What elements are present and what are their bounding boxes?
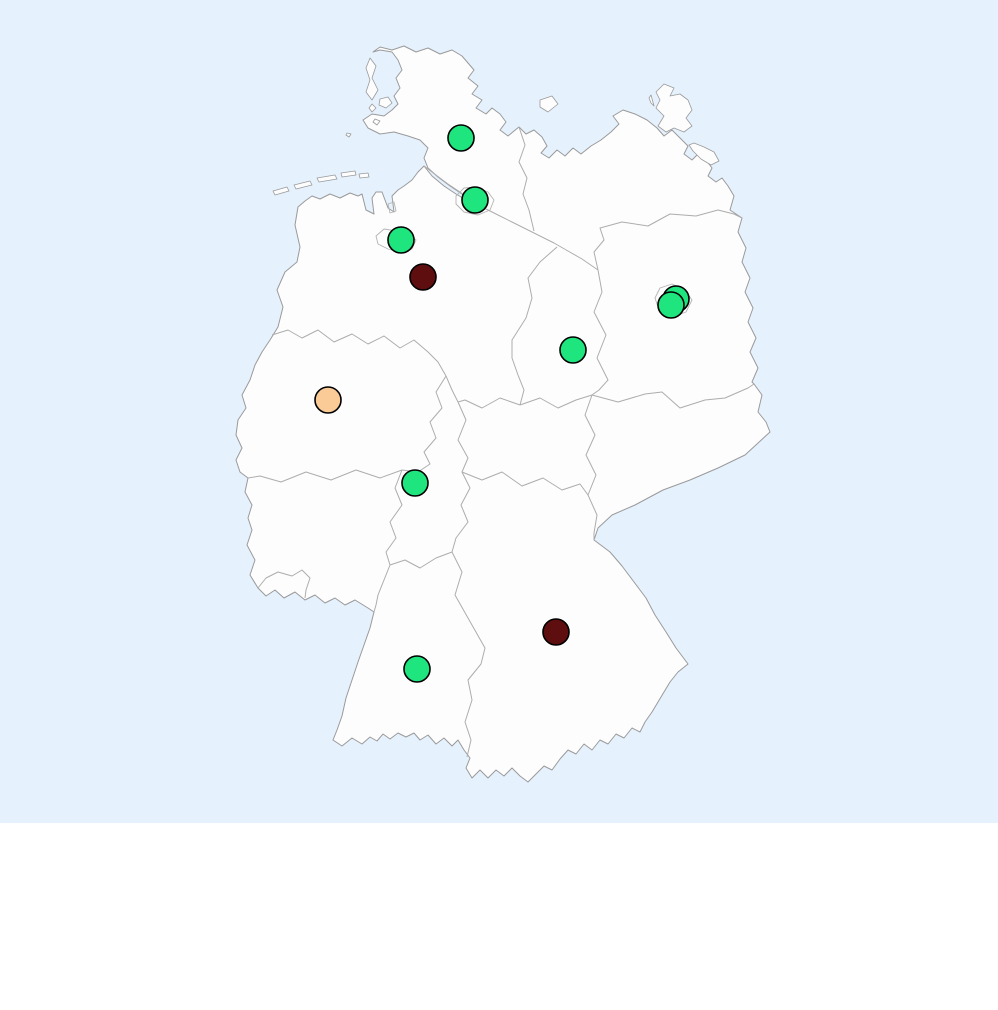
island-east-frisian-2 [294, 181, 312, 189]
map-marker[interactable] [543, 619, 569, 645]
island-ruegen [656, 84, 692, 132]
germany-map [0, 0, 998, 823]
page: ≤ 1 2 - 5 6 - 10 11 - 20 21 - 40 > 40 [0, 0, 998, 1010]
map-marker[interactable] [315, 387, 341, 413]
map-marker[interactable] [410, 264, 436, 290]
map-marker[interactable] [658, 292, 684, 318]
map-marker[interactable] [462, 187, 488, 213]
island-helgoland [346, 133, 351, 137]
island-hiddensee [649, 95, 654, 106]
legend: ≤ 1 2 - 5 6 - 10 11 - 20 21 - 40 > 40 [0, 823, 998, 1010]
island-sylt [366, 58, 378, 100]
germany-outline [236, 46, 770, 782]
map-marker[interactable] [448, 125, 474, 151]
island-fehmarn [540, 96, 558, 112]
map-marker[interactable] [388, 227, 414, 253]
island-east-frisian-5 [359, 173, 369, 178]
island-east-frisian-4 [341, 171, 356, 177]
map-marker[interactable] [404, 656, 430, 682]
map-marker[interactable] [560, 337, 586, 363]
island-foehr [379, 97, 392, 108]
island-east-frisian-1 [273, 187, 289, 195]
map-marker[interactable] [402, 470, 428, 496]
island-amrum [369, 104, 376, 112]
island-east-frisian-3 [317, 175, 337, 182]
